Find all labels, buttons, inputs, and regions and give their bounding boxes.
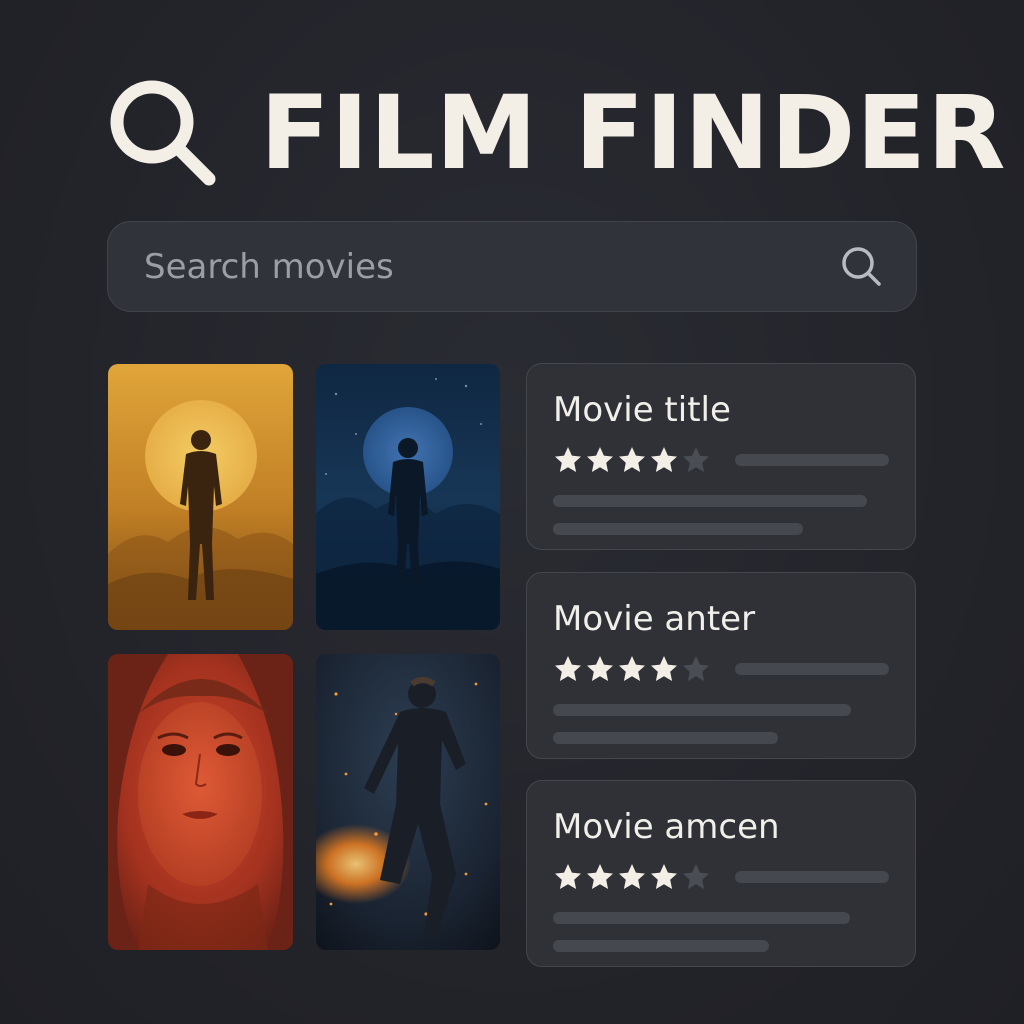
placeholder-line bbox=[735, 870, 889, 883]
movie-title[interactable]: Movie amcen bbox=[553, 807, 889, 848]
star-rating bbox=[553, 445, 713, 475]
star-empty-icon bbox=[683, 863, 709, 889]
star-rating bbox=[553, 654, 713, 684]
star-filled-icon bbox=[619, 655, 645, 681]
placeholder-line bbox=[553, 494, 867, 507]
rating-row bbox=[553, 654, 889, 684]
result-card[interactable]: Movie amcen bbox=[526, 780, 916, 967]
star-filled-icon bbox=[555, 446, 581, 472]
search-icon bbox=[110, 80, 216, 186]
placeholder-line bbox=[553, 731, 778, 744]
search-input[interactable] bbox=[144, 246, 838, 287]
placeholder-line bbox=[553, 939, 769, 952]
poster-silhouette-moon[interactable] bbox=[316, 364, 500, 630]
rating-row bbox=[553, 445, 889, 475]
placeholder-line bbox=[735, 453, 889, 466]
placeholder-line bbox=[553, 911, 850, 924]
star-filled-icon bbox=[587, 863, 613, 889]
star-filled-icon bbox=[619, 446, 645, 472]
poster-woman-portrait[interactable] bbox=[108, 654, 293, 950]
search-bar bbox=[107, 221, 917, 312]
movie-title[interactable]: Movie anter bbox=[553, 599, 889, 640]
star-filled-icon bbox=[587, 655, 613, 681]
app-title: FILM FINDER bbox=[260, 74, 1007, 193]
app-header: FILM FINDER bbox=[108, 78, 1007, 190]
result-card[interactable]: Movie title bbox=[526, 363, 916, 550]
placeholder-line bbox=[553, 522, 803, 535]
star-filled-icon bbox=[555, 655, 581, 681]
star-filled-icon bbox=[619, 863, 645, 889]
star-filled-icon bbox=[651, 446, 677, 472]
poster-man-running[interactable] bbox=[316, 654, 500, 950]
placeholder-line bbox=[553, 703, 851, 716]
rating-row bbox=[553, 862, 889, 892]
poster-silhouette-sun[interactable] bbox=[108, 364, 293, 630]
star-empty-icon bbox=[683, 655, 709, 681]
placeholder-line bbox=[735, 662, 889, 675]
star-empty-icon bbox=[683, 446, 709, 472]
star-filled-icon bbox=[651, 863, 677, 889]
star-filled-icon bbox=[651, 655, 677, 681]
star-filled-icon bbox=[555, 863, 581, 889]
star-rating bbox=[553, 862, 713, 892]
star-filled-icon bbox=[587, 446, 613, 472]
film-finder-page: FILM FINDER Search movies Movie title Mo… bbox=[0, 0, 1024, 1024]
movie-title[interactable]: Movie title bbox=[553, 390, 889, 431]
result-card[interactable]: Movie anter bbox=[526, 572, 916, 759]
search-icon[interactable] bbox=[838, 243, 886, 291]
